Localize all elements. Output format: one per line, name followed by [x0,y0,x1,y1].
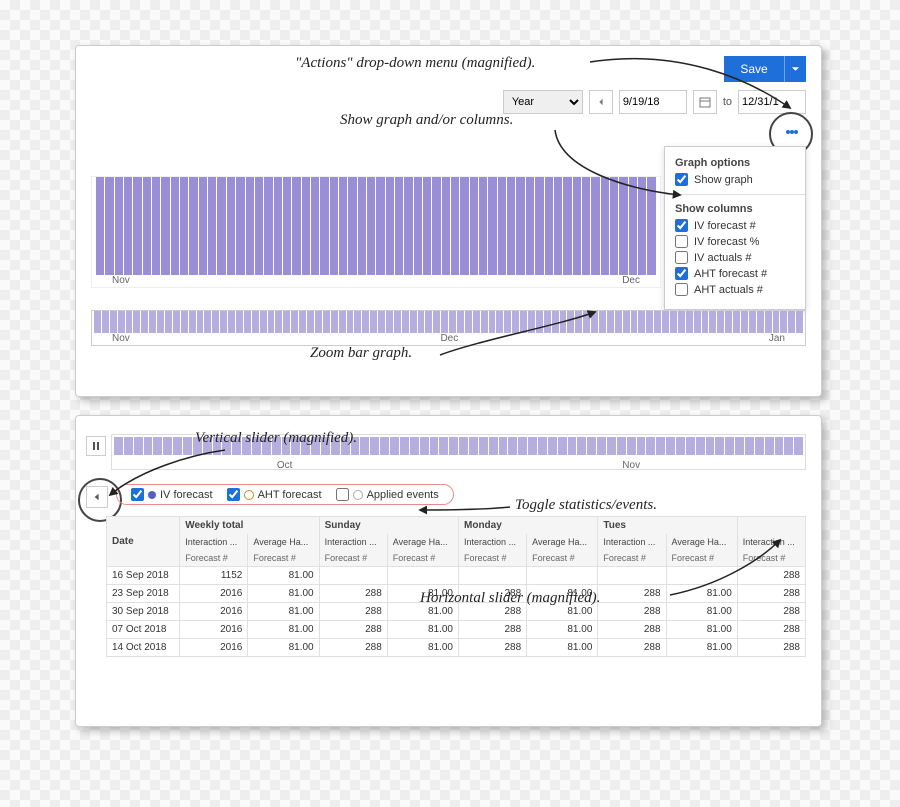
legend-dot-aht [244,490,254,500]
toggle-iv-forecast[interactable]: IV forecast [131,488,213,501]
col-opt-0[interactable]: IV forecast # [675,219,795,232]
chart-x-axis: Nov Dec [92,275,660,291]
granularity-select[interactable]: Year [503,90,583,114]
zoom-axis: Nov Dec Jan [92,333,805,349]
pause-button[interactable] [86,436,106,456]
graph-options-header: Graph options [675,157,795,169]
chevron-down-icon [791,64,800,74]
vertical-slider-handle[interactable] [86,486,108,508]
col-opt-3[interactable]: AHT forecast # [675,267,795,280]
col-opt-1[interactable]: IV forecast % [675,235,795,248]
date-to-label: to [723,96,732,108]
date-end-input[interactable] [738,90,806,114]
legend-dot-iv [148,491,156,499]
save-button[interactable]: Save [724,56,784,82]
toggle-aht-forecast[interactable]: AHT forecast [227,488,322,501]
date-prev-button[interactable] [589,90,613,114]
col-opt-4[interactable]: AHT actuals # [675,283,795,296]
forecast-bar-chart[interactable]: Nov Dec [91,176,661,288]
col-group-weekly: Weekly total [180,517,319,535]
col-group-tuesday: Tues [598,517,737,535]
save-button-group: Save [724,56,806,82]
sub-interaction: Interaction ... [180,534,248,550]
forecast-graph-panel: Save Year to Graph options Show graph Sh… [75,45,822,397]
callout-showgraph: Show graph and/or columns. [340,112,513,129]
callout-vslider: Vertical slider (magnified). [195,430,357,447]
callout-hslider: Horizontal slider (magnified). [420,590,600,607]
toggle-applied-events[interactable]: Applied events [336,488,439,501]
forecast-data-table[interactable]: Date Weekly total Sunday Monday Tues Int… [106,516,806,716]
sub-average: Average Ha... [248,534,319,550]
zoom-bar-graph[interactable]: Nov Dec Jan [91,310,806,346]
show-columns-header: Show columns [675,203,795,215]
col-opt-2[interactable]: IV actuals # [675,251,795,264]
statistics-toggle-row: IV forecast AHT forecast Applied events [116,484,454,505]
chevron-left-icon [597,98,605,106]
table-row[interactable]: 16 Sep 2018115281.00288 [107,567,806,585]
triangle-left-icon [93,493,101,501]
save-dropdown-button[interactable] [784,56,806,82]
col-date[interactable]: Date [107,517,180,567]
actions-menu-button[interactable] [778,118,806,146]
callout-toggle: Toggle statistics/events. [515,497,657,514]
forecast-table-panel: Oct Nov e Activityvity (14952... IV fore… [75,415,822,727]
zoom-bars [92,311,805,333]
callout-actions: "Actions" drop-down menu (magnified). [295,55,535,72]
calendar-icon[interactable] [693,90,717,114]
legend-dot-applied [353,490,363,500]
date-start-input[interactable] [619,90,687,114]
show-graph-toggle[interactable]: Show graph [675,173,795,186]
col-group-monday: Monday [459,517,598,535]
callout-zoombar: Zoom bar graph. [310,345,412,362]
graph-options-dropdown: Graph options Show graph Show columns IV… [664,146,806,310]
col-group-sunday: Sunday [319,517,458,535]
overview-axis: Oct Nov [112,460,805,471]
table-row[interactable]: 07 Oct 2018201681.0028881.0028881.002888… [107,621,806,639]
date-range-bar: Year to [503,90,806,114]
table-row[interactable]: 14 Oct 2018201681.0028881.0028881.002888… [107,639,806,657]
chart-bars [92,177,660,275]
